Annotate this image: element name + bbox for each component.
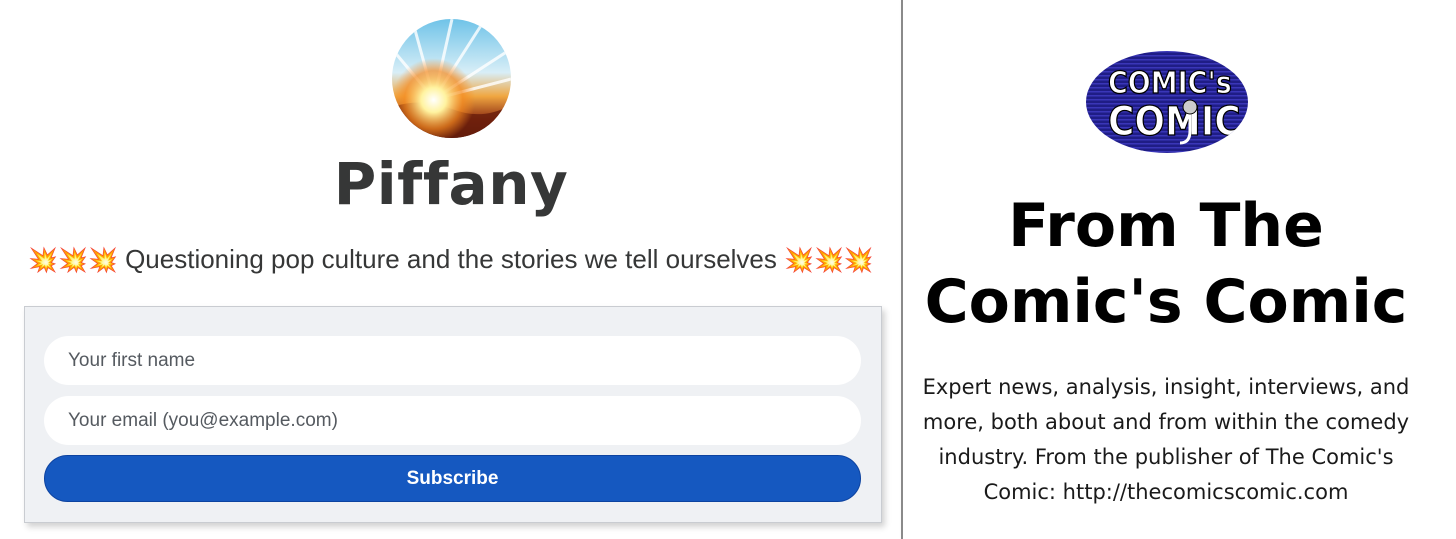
email-input[interactable]: [44, 396, 861, 445]
recommendation-title[interactable]: From The Comic's Comic: [903, 188, 1429, 340]
tagline-text: Questioning pop culture and the stories …: [125, 244, 777, 274]
publication-avatar: [392, 19, 511, 138]
publication-panel: Piffany 💥💥💥 Questioning pop culture and …: [0, 0, 902, 539]
logo-line2: COMIC: [1108, 99, 1241, 145]
first-name-input[interactable]: [44, 336, 861, 385]
comics-comic-logo-image: COMIC's COMIC: [1086, 51, 1248, 153]
comics-comic-logo: COMIC's COMIC: [1086, 51, 1248, 153]
publication-tagline: 💥💥💥 Questioning pop culture and the stor…: [0, 240, 902, 280]
subscribe-form: Subscribe: [24, 306, 882, 523]
explosion-emoji-right: 💥💥💥: [784, 247, 874, 274]
sunburst-avatar-image: [392, 19, 511, 138]
recommendation-description: Expert news, analysis, insight, intervie…: [922, 375, 1410, 504]
explosion-emoji-left: 💥💥💥: [28, 247, 118, 274]
logo-line1: COMIC's: [1108, 66, 1232, 101]
publication-title: Piffany: [333, 150, 569, 218]
recommendation-panel: COMIC's COMIC From The Comic's Comic Exp…: [903, 0, 1456, 539]
subscribe-button[interactable]: Subscribe: [44, 455, 861, 502]
